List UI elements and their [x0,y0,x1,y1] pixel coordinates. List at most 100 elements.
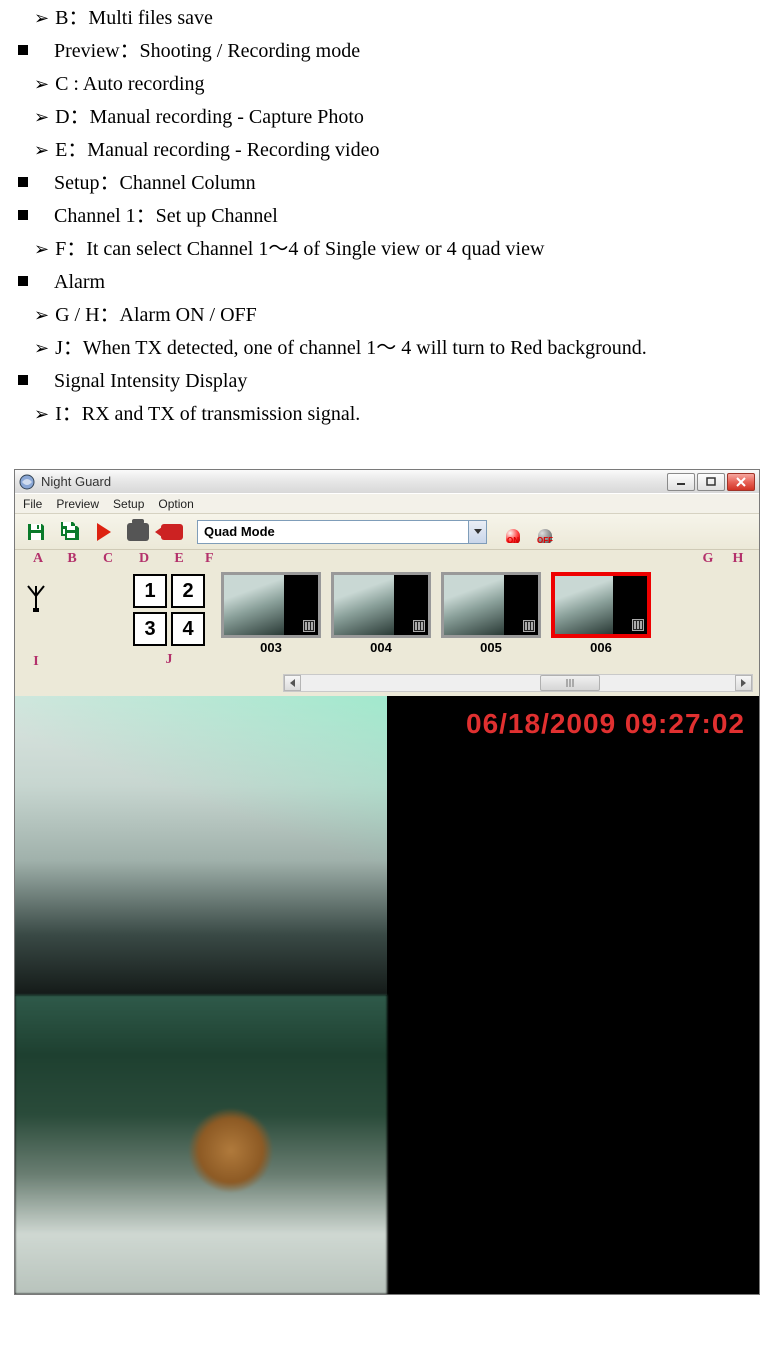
list-text: E：Manual recording - Recording video [55,136,762,165]
list-text: B：Multi files save [55,4,762,33]
thumbnail[interactable]: 005 [441,572,541,655]
list-text: Channel 1：Set up Channel [54,202,762,231]
list-text: D：Manual recording - Capture Photo [55,103,762,132]
thumb-label: 003 [260,640,282,655]
window-title: Night Guard [41,474,111,489]
thumb-label: 004 [370,640,392,655]
toolbar: Quad Mode ON OFF [15,514,759,550]
auto-record-button[interactable] [89,517,119,547]
label-d: D [127,551,161,567]
thumbnail-strip: 003 004 005 006 [221,572,753,655]
arrow-bullet-icon: ➢ [34,302,49,328]
chevron-down-icon [474,529,482,534]
save-button[interactable] [21,517,51,547]
video-viewport: 06/18/2009 09:27:02 [15,696,759,1294]
menu-option[interactable]: Option [158,497,193,511]
night-guard-window: Night Guard File Preview Setup Option [14,469,760,1295]
list-text: Preview：Shooting / Recording mode [54,37,762,66]
thumbnail-scrollbar[interactable] [283,674,753,692]
label-j: J [166,652,173,668]
multi-save-button[interactable] [55,517,85,547]
close-button[interactable] [727,473,755,491]
label-b: B [55,551,89,567]
record-video-button[interactable] [157,517,187,547]
mid-row: I 1 2 3 4 J 003 004 [15,568,759,672]
scroll-track[interactable] [301,675,735,691]
thumb-label: 005 [480,640,502,655]
square-bullet-icon [18,276,28,286]
dropdown-arrow-button[interactable] [468,521,486,543]
arrow-bullet-icon: ➢ [34,401,49,427]
video-quadrant-right [387,696,759,1294]
play-icon [97,523,111,541]
video-camera-icon [161,524,183,540]
arrow-bullet-icon: ➢ [34,236,49,262]
arrow-bullet-icon: ➢ [34,335,49,361]
window-controls [667,473,755,491]
square-bullet-icon [18,375,28,385]
label-g: G [693,551,723,567]
alarm-on-label: ON [507,536,519,545]
app-icon [19,474,35,490]
list-text: Setup：Channel Column [54,169,762,198]
label-a: A [21,551,55,567]
list-text: F：It can select Channel 1～4 of Single vi… [55,235,762,264]
square-bullet-icon [18,177,28,187]
alarm-on-button[interactable]: ON [499,521,527,543]
film-icon [632,619,644,631]
list-text: Alarm [54,268,762,297]
list-text: Signal Intensity Display [54,367,762,396]
list-text: I：RX and TX of transmission signal. [55,400,762,429]
square-bullet-icon [18,45,28,55]
channel-grid[interactable]: 1 2 3 4 [133,574,205,646]
alarm-off-button[interactable]: OFF [531,521,559,543]
scroll-left-button[interactable] [284,675,301,691]
thumbnail-selected[interactable]: 006 [551,572,651,655]
video-timestamp: 06/18/2009 09:27:02 [466,708,745,740]
menubar: File Preview Setup Option [15,494,759,514]
channel-1-cell[interactable]: 1 [133,574,167,608]
list-text: J：When TX detected, one of channel 1～ 4 … [55,334,762,363]
label-f: F [197,551,241,567]
menu-setup[interactable]: Setup [113,497,144,511]
document-body: ➢B：Multi files save Preview：Shooting / R… [0,4,768,429]
triangle-right-icon [741,679,746,687]
label-e: E [161,551,197,567]
channel-3-cell[interactable]: 3 [133,612,167,646]
camera-icon [127,523,149,541]
film-icon [303,620,315,632]
label-h: H [723,551,753,567]
titlebar[interactable]: Night Guard [15,470,759,494]
square-bullet-icon [18,210,28,220]
thumb-label: 006 [590,640,612,655]
scroll-right-button[interactable] [735,675,752,691]
label-c: C [89,551,127,567]
thumbnail[interactable]: 003 [221,572,321,655]
video-quadrant-top-left [15,696,387,995]
letter-labels-row: A B C D E F G H [15,550,759,568]
dropdown-value: Quad Mode [198,524,468,539]
arrow-bullet-icon: ➢ [34,104,49,130]
menu-preview[interactable]: Preview [56,497,99,511]
scroll-handle[interactable] [540,675,600,691]
menu-file[interactable]: File [23,497,42,511]
film-icon [413,620,425,632]
channel-2-cell[interactable]: 2 [171,574,205,608]
film-icon [523,620,535,632]
thumbnail[interactable]: 004 [331,572,431,655]
arrow-bullet-icon: ➢ [34,5,49,31]
triangle-left-icon [290,679,295,687]
capture-photo-button[interactable] [123,517,153,547]
list-text: G / H：Alarm ON / OFF [55,301,762,330]
arrow-bullet-icon: ➢ [34,71,49,97]
list-text: C : Auto recording [55,70,762,99]
signal-intensity: I [21,580,51,670]
arrow-bullet-icon: ➢ [34,137,49,163]
alarm-off-label: OFF [537,536,553,545]
antenna-icon [24,580,48,614]
maximize-button[interactable] [697,473,725,491]
channel-4-cell[interactable]: 4 [171,612,205,646]
channel-mode-dropdown[interactable]: Quad Mode [197,520,487,544]
video-quadrant-bottom-left [15,995,387,1294]
minimize-button[interactable] [667,473,695,491]
